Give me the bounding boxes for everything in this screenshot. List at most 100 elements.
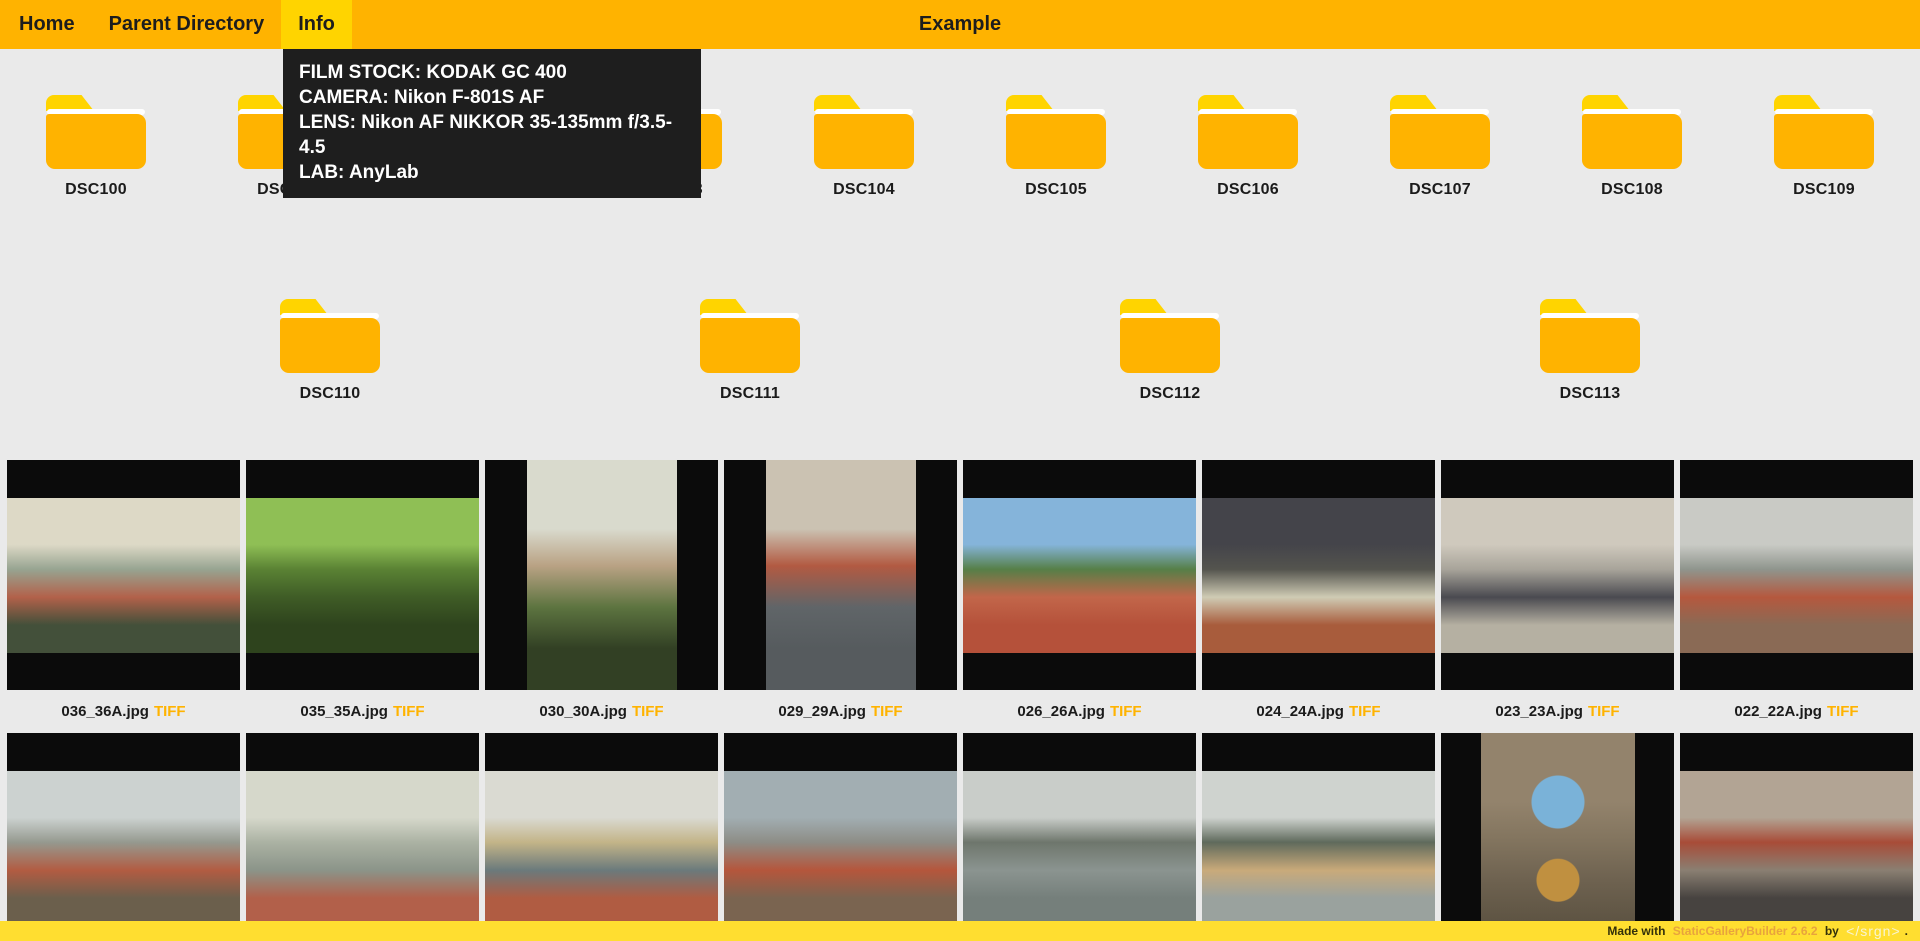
folder-item-dsc109[interactable]: DSC109 [1728, 95, 1920, 199]
image-filename-link[interactable]: 023_23A.jpg [1495, 703, 1583, 720]
thumb-label: 029_29A.jpg TIFF [724, 690, 957, 733]
image-thumbnail[interactable] [485, 733, 718, 941]
folders-row-2: DSC110 DSC111 DSC112 DSC113 [0, 299, 1920, 403]
folder-body [1582, 114, 1682, 169]
tiff-link[interactable]: TIFF [632, 703, 664, 720]
image-filename-link[interactable]: 022_22A.jpg [1734, 703, 1822, 720]
folder-label: DSC113 [1559, 385, 1621, 402]
image-thumbnail[interactable] [246, 733, 479, 941]
folder-body [46, 114, 146, 169]
gallery-item [7, 733, 240, 941]
folder-item-dsc112[interactable]: DSC112 [1120, 299, 1220, 403]
photo-placeholder [1202, 497, 1435, 653]
image-filename-link[interactable]: 030_30A.jpg [539, 703, 627, 720]
gallery-item [1680, 733, 1913, 941]
gallery-item: 030_30A.jpg TIFF [485, 460, 718, 733]
photo-placeholder [963, 497, 1196, 653]
image-filename-link[interactable]: 024_24A.jpg [1256, 703, 1344, 720]
image-thumbnail[interactable] [7, 460, 240, 690]
folder-icon [1006, 95, 1106, 169]
folder-item-dsc107[interactable]: DSC107 [1344, 95, 1536, 199]
gallery-item: 023_23A.jpg TIFF [1441, 460, 1674, 733]
folder-item-dsc108[interactable]: DSC108 [1536, 95, 1728, 199]
image-thumbnail[interactable] [724, 460, 957, 690]
photo-placeholder [7, 497, 240, 653]
folder-label: DSC106 [1217, 181, 1279, 198]
thumb-label: 023_23A.jpg TIFF [1441, 690, 1674, 733]
thumb-label: 026_26A.jpg TIFF [963, 690, 1196, 733]
image-thumbnail[interactable] [1202, 460, 1435, 690]
thumb-label: 036_36A.jpg TIFF [7, 690, 240, 733]
folder-body [1390, 114, 1490, 169]
folder-icon [1540, 299, 1640, 373]
nav-item-parent-directory[interactable]: Parent Directory [92, 0, 282, 49]
builder-link[interactable]: StaticGalleryBuilder 2.6.2 [1673, 924, 1818, 938]
image-thumbnail[interactable] [1680, 733, 1913, 941]
photo-placeholder [1680, 770, 1913, 926]
tiff-link[interactable]: TIFF [871, 703, 903, 720]
folder-icon [1120, 299, 1220, 373]
image-filename-link[interactable]: 026_26A.jpg [1017, 703, 1105, 720]
gallery-item: 026_26A.jpg TIFF [963, 460, 1196, 733]
image-filename-link[interactable]: 036_36A.jpg [61, 703, 149, 720]
folder-icon [1774, 95, 1874, 169]
thumb-label: 022_22A.jpg TIFF [1680, 690, 1913, 733]
photo-placeholder [7, 770, 240, 926]
photo-placeholder [246, 770, 479, 926]
image-thumbnail[interactable] [1680, 460, 1913, 690]
gallery-item [1441, 733, 1674, 941]
tiff-link[interactable]: TIFF [393, 703, 425, 720]
folder-body [1540, 318, 1640, 373]
tiff-link[interactable]: TIFF [1110, 703, 1142, 720]
image-thumbnail[interactable] [1202, 733, 1435, 941]
gallery-item: 024_24A.jpg TIFF [1202, 460, 1435, 733]
tiff-link[interactable]: TIFF [1588, 703, 1620, 720]
tiff-link[interactable]: TIFF [154, 703, 186, 720]
image-thumbnail[interactable] [1441, 460, 1674, 690]
info-tooltip: FILM STOCK: KODAK GC 400 CAMERA: Nikon F-… [283, 49, 701, 198]
folder-body [1198, 114, 1298, 169]
photo-placeholder [963, 770, 1196, 926]
image-thumbnail[interactable] [246, 460, 479, 690]
photo-placeholder [1202, 770, 1435, 926]
footer-period: . [1904, 924, 1908, 938]
folder-label: DSC111 [720, 385, 780, 402]
info-tooltip-line: LAB: AnyLab [299, 162, 419, 183]
photo-placeholder [485, 770, 718, 926]
image-thumbnail[interactable] [963, 733, 1196, 941]
image-filename-link[interactable]: 035_35A.jpg [300, 703, 388, 720]
footer-by: by [1821, 924, 1843, 938]
nav-item-home[interactable]: Home [2, 0, 92, 49]
folder-item-dsc110[interactable]: DSC110 [280, 299, 380, 403]
folder-item-dsc106[interactable]: DSC106 [1152, 95, 1344, 199]
image-thumbnail[interactable] [7, 733, 240, 941]
folder-item-dsc111[interactable]: DSC111 [700, 299, 800, 403]
image-row-2 [0, 733, 1920, 941]
folder-label: DSC107 [1409, 181, 1471, 198]
folder-item-dsc105[interactable]: DSC105 [960, 95, 1152, 199]
srgn-logo-link[interactable]: </srgn> [1846, 923, 1900, 939]
folder-label: DSC112 [1139, 385, 1201, 402]
nav-item-info[interactable]: Info [281, 0, 352, 49]
gallery-item: 036_36A.jpg TIFF [7, 460, 240, 733]
gallery-item: 035_35A.jpg TIFF [246, 460, 479, 733]
folder-label: DSC100 [65, 181, 127, 198]
image-thumbnail[interactable] [963, 460, 1196, 690]
images-section: 036_36A.jpg TIFF 035_35A.jpg TIFF 030_30A.jp… [0, 460, 1920, 941]
folder-icon [814, 95, 914, 169]
image-thumbnail[interactable] [724, 733, 957, 941]
thumb-label: 035_35A.jpg TIFF [246, 690, 479, 733]
photo-placeholder [1441, 497, 1674, 653]
image-thumbnail[interactable] [1441, 733, 1674, 941]
folder-item-dsc113[interactable]: DSC113 [1540, 299, 1640, 403]
folder-item-dsc104[interactable]: DSC104 [768, 95, 960, 199]
tiff-link[interactable]: TIFF [1349, 703, 1381, 720]
folder-body [1120, 318, 1220, 373]
folder-item-dsc100[interactable]: DSC100 [0, 95, 192, 199]
tiff-link[interactable]: TIFF [1827, 703, 1859, 720]
info-tooltip-line: FILM STOCK: KODAK GC 400 [299, 62, 567, 83]
image-thumbnail[interactable] [485, 460, 718, 690]
folder-label: DSC110 [299, 385, 361, 402]
folder-icon [46, 95, 146, 169]
image-filename-link[interactable]: 029_29A.jpg [778, 703, 866, 720]
